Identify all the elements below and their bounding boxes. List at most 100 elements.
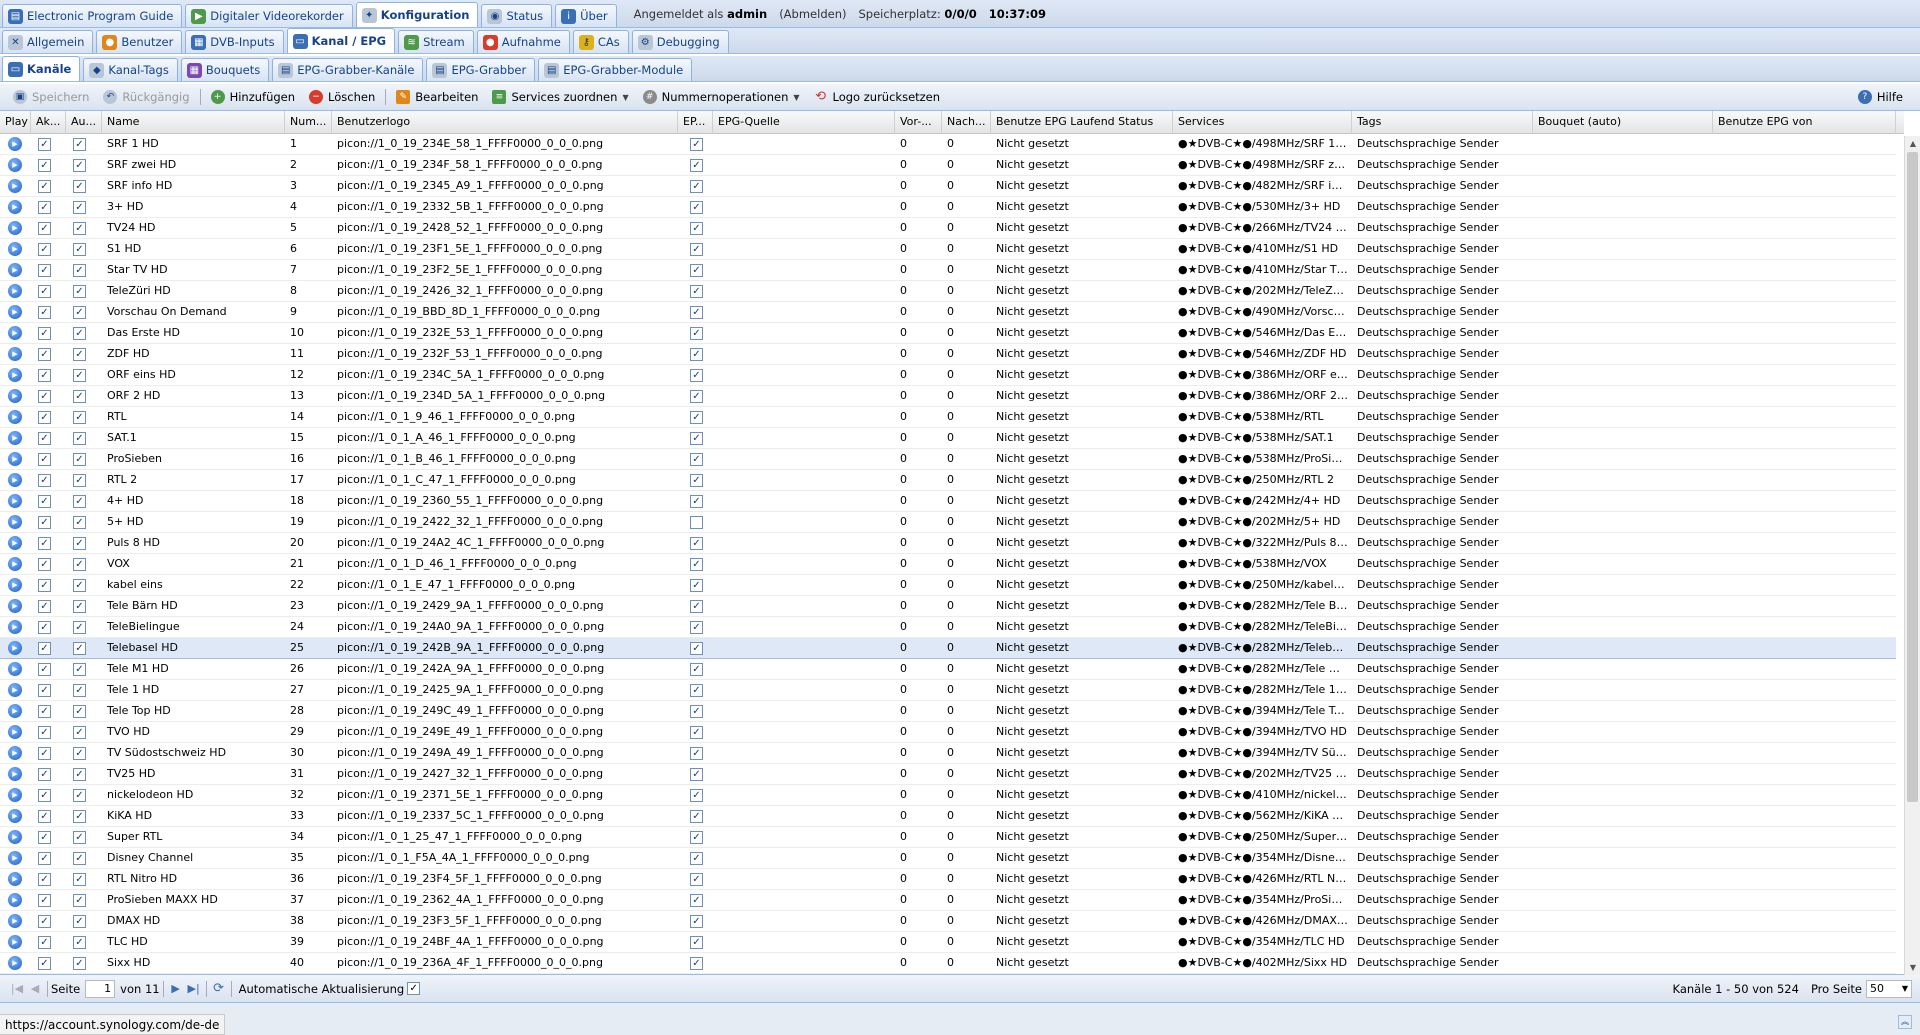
user-logo[interactable]: picon://1_0_19_23F2_5E_1_FFFF0000_0_0_0.… xyxy=(332,260,674,281)
channel-services[interactable]: ●★DVB-C★●/250MHz/kabel eins xyxy=(1173,575,1348,596)
epg-checkbox[interactable]: ✓ xyxy=(690,243,703,256)
pre-padding[interactable]: 0 xyxy=(895,953,938,974)
channel-name[interactable]: Super RTL xyxy=(102,827,281,848)
channel-number[interactable]: 2 xyxy=(285,155,328,176)
epg-running-status[interactable]: Nicht gesetzt xyxy=(991,260,1169,281)
next-page-icon[interactable]: ▶ xyxy=(167,982,185,995)
epg-running-status[interactable]: Nicht gesetzt xyxy=(991,134,1169,155)
user-logo[interactable]: picon://1_0_1_9_46_1_FFFF0000_0_0_0.png xyxy=(332,407,674,428)
channel-services[interactable]: ●★DVB-C★●/410MHz/nickelode... xyxy=(1173,785,1348,806)
user-logo[interactable]: picon://1_0_19_23F4_5F_1_FFFF0000_0_0_0.… xyxy=(332,869,674,890)
channel-name[interactable]: kabel eins xyxy=(102,575,281,596)
epg-running-status[interactable]: Nicht gesetzt xyxy=(991,386,1169,407)
table-row[interactable]: ▶ ✓ ✓ 4+ HD 18 picon://1_0_19_2360_55_1_FFFF0… xyxy=(0,491,1896,512)
config-tab-dvb-inputs[interactable]: ▦ DVB-Inputs xyxy=(185,30,284,53)
column-header-0[interactable]: Play xyxy=(0,111,31,134)
user-logo[interactable]: picon://1_0_1_E_47_1_FFFF0000_0_0_0.png xyxy=(332,575,674,596)
epg-running-status[interactable]: Nicht gesetzt xyxy=(991,722,1169,743)
epg-checkbox[interactable]: ✓ xyxy=(690,789,703,802)
channel-name[interactable]: ZDF HD xyxy=(102,344,281,365)
play-icon[interactable]: ▶ xyxy=(8,809,22,823)
epg-running-status[interactable]: Nicht gesetzt xyxy=(991,680,1169,701)
auto-name-checkbox[interactable]: ✓ xyxy=(73,369,86,382)
channel-services[interactable]: ●★DVB-C★●/426MHz/DMAX HD xyxy=(1173,911,1348,932)
subtab-epg-grabber-kanäle[interactable]: ▤ EPG-Grabber-Kanäle xyxy=(272,58,424,81)
channel-name[interactable]: TVO HD xyxy=(102,722,281,743)
post-padding[interactable]: 0 xyxy=(942,407,987,428)
channel-number[interactable]: 38 xyxy=(285,911,328,932)
config-tab-benutzer[interactable]: ● Benutzer xyxy=(96,30,183,53)
pre-padding[interactable]: 0 xyxy=(895,596,938,617)
epg-running-status[interactable]: Nicht gesetzt xyxy=(991,869,1169,890)
channel-services[interactable]: ●★DVB-C★●/282MHz/Tele 1 HD xyxy=(1173,680,1348,701)
play-icon[interactable]: ▶ xyxy=(8,956,22,970)
channel-services[interactable]: ●★DVB-C★●/202MHz/TeleZüri HD xyxy=(1173,281,1348,302)
channel-services[interactable]: ●★DVB-C★●/394MHz/TVO HD xyxy=(1173,722,1348,743)
epg-running-status[interactable]: Nicht gesetzt xyxy=(991,743,1169,764)
play-icon[interactable]: ▶ xyxy=(8,515,22,529)
channel-number[interactable]: 13 xyxy=(285,386,328,407)
auto-name-checkbox[interactable]: ✓ xyxy=(73,873,86,886)
channel-services[interactable]: ●★DVB-C★●/282MHz/Tele M1 HD xyxy=(1173,659,1348,680)
channel-name[interactable]: TV24 HD xyxy=(102,218,281,239)
channel-services[interactable]: ●★DVB-C★●/538MHz/RTL xyxy=(1173,407,1348,428)
post-padding[interactable]: 0 xyxy=(942,197,987,218)
channel-services[interactable]: ●★DVB-C★●/562MHz/KiKA HD xyxy=(1173,806,1348,827)
epg-running-status[interactable]: Nicht gesetzt xyxy=(991,470,1169,491)
auto-name-checkbox[interactable]: ✓ xyxy=(73,768,86,781)
play-icon[interactable]: ▶ xyxy=(8,179,22,193)
play-icon[interactable]: ▶ xyxy=(8,620,22,634)
user-logo[interactable]: picon://1_0_19_2337_5C_1_FFFF0000_0_0_0.… xyxy=(332,806,674,827)
auto-name-checkbox[interactable]: ✓ xyxy=(73,432,86,445)
post-padding[interactable]: 0 xyxy=(942,134,987,155)
pre-padding[interactable]: 0 xyxy=(895,218,938,239)
epg-running-status[interactable]: Nicht gesetzt xyxy=(991,596,1169,617)
pre-padding[interactable]: 0 xyxy=(895,764,938,785)
channel-number[interactable]: 14 xyxy=(285,407,328,428)
user-logo[interactable]: picon://1_0_19_242A_9A_1_FFFF0000_0_0_0.… xyxy=(332,659,674,680)
enabled-checkbox[interactable]: ✓ xyxy=(38,201,51,214)
play-icon[interactable]: ▶ xyxy=(8,536,22,550)
epg-running-status[interactable]: Nicht gesetzt xyxy=(991,890,1169,911)
channel-name[interactable]: DMAX HD xyxy=(102,911,281,932)
channel-number[interactable]: 10 xyxy=(285,323,328,344)
post-padding[interactable]: 0 xyxy=(942,470,987,491)
post-padding[interactable]: 0 xyxy=(942,176,987,197)
channel-name[interactable]: SRF zwei HD xyxy=(102,155,281,176)
epg-running-status[interactable]: Nicht gesetzt xyxy=(991,512,1169,533)
page-number-input[interactable] xyxy=(85,979,116,998)
auto-name-checkbox[interactable]: ✓ xyxy=(73,537,86,550)
channel-number[interactable]: 29 xyxy=(285,722,328,743)
channel-services[interactable]: ●★DVB-C★●/394MHz/Tele Top HD xyxy=(1173,701,1348,722)
channel-tags[interactable]: Deutschsprachige Sender xyxy=(1352,701,1529,722)
channel-name[interactable]: Tele M1 HD xyxy=(102,659,281,680)
epg-running-status[interactable]: Nicht gesetzt xyxy=(991,365,1169,386)
auto-name-checkbox[interactable]: ✓ xyxy=(73,663,86,676)
auto-name-checkbox[interactable]: ✓ xyxy=(73,474,86,487)
enabled-checkbox[interactable]: ✓ xyxy=(38,936,51,949)
post-padding[interactable]: 0 xyxy=(942,827,987,848)
table-row[interactable]: ▶ ✓ ✓ TV25 HD 31 picon://1_0_19_2427_32_1_FFF… xyxy=(0,764,1896,785)
post-padding[interactable]: 0 xyxy=(942,617,987,638)
epg-running-status[interactable]: Nicht gesetzt xyxy=(991,155,1169,176)
channel-name[interactable]: Star TV HD xyxy=(102,260,281,281)
enabled-checkbox[interactable]: ✓ xyxy=(38,180,51,193)
channel-name[interactable]: Vorschau On Demand xyxy=(102,302,281,323)
post-padding[interactable]: 0 xyxy=(942,764,987,785)
table-row[interactable]: ▶ ✓ ✓ VOX 21 picon://1_0_1_D_46_1_FFFF0000_0_… xyxy=(0,554,1896,575)
table-row[interactable]: ▶ ✓ ✓ Disney Channel 35 picon://1_0_1_F5A_4A_… xyxy=(0,848,1896,869)
channel-name[interactable]: nickelodeon HD xyxy=(102,785,281,806)
epg-checkbox[interactable]: ✓ xyxy=(690,285,703,298)
channel-tags[interactable]: Deutschsprachige Sender xyxy=(1352,155,1529,176)
epg-running-status[interactable]: Nicht gesetzt xyxy=(991,491,1169,512)
user-logo[interactable]: picon://1_0_19_23F1_5E_1_FFFF0000_0_0_0.… xyxy=(332,239,674,260)
play-icon[interactable]: ▶ xyxy=(8,704,22,718)
table-row[interactable]: ▶ ✓ ✓ 5+ HD 19 picon://1_0_19_2422_32_1_FFFF0… xyxy=(0,512,1896,533)
user-logo[interactable]: picon://1_0_19_249A_49_1_FFFF0000_0_0_0.… xyxy=(332,743,674,764)
channel-services[interactable]: ●★DVB-C★●/538MHz/ProSieben xyxy=(1173,449,1348,470)
channel-tags[interactable]: Deutschsprachige Sender xyxy=(1352,281,1529,302)
channel-tags[interactable]: Deutschsprachige Sender xyxy=(1352,512,1529,533)
user-logo[interactable]: picon://1_0_19_234D_5A_1_FFFF0000_0_0_0.… xyxy=(332,386,674,407)
auto-name-checkbox[interactable]: ✓ xyxy=(73,558,86,571)
pre-padding[interactable]: 0 xyxy=(895,197,938,218)
